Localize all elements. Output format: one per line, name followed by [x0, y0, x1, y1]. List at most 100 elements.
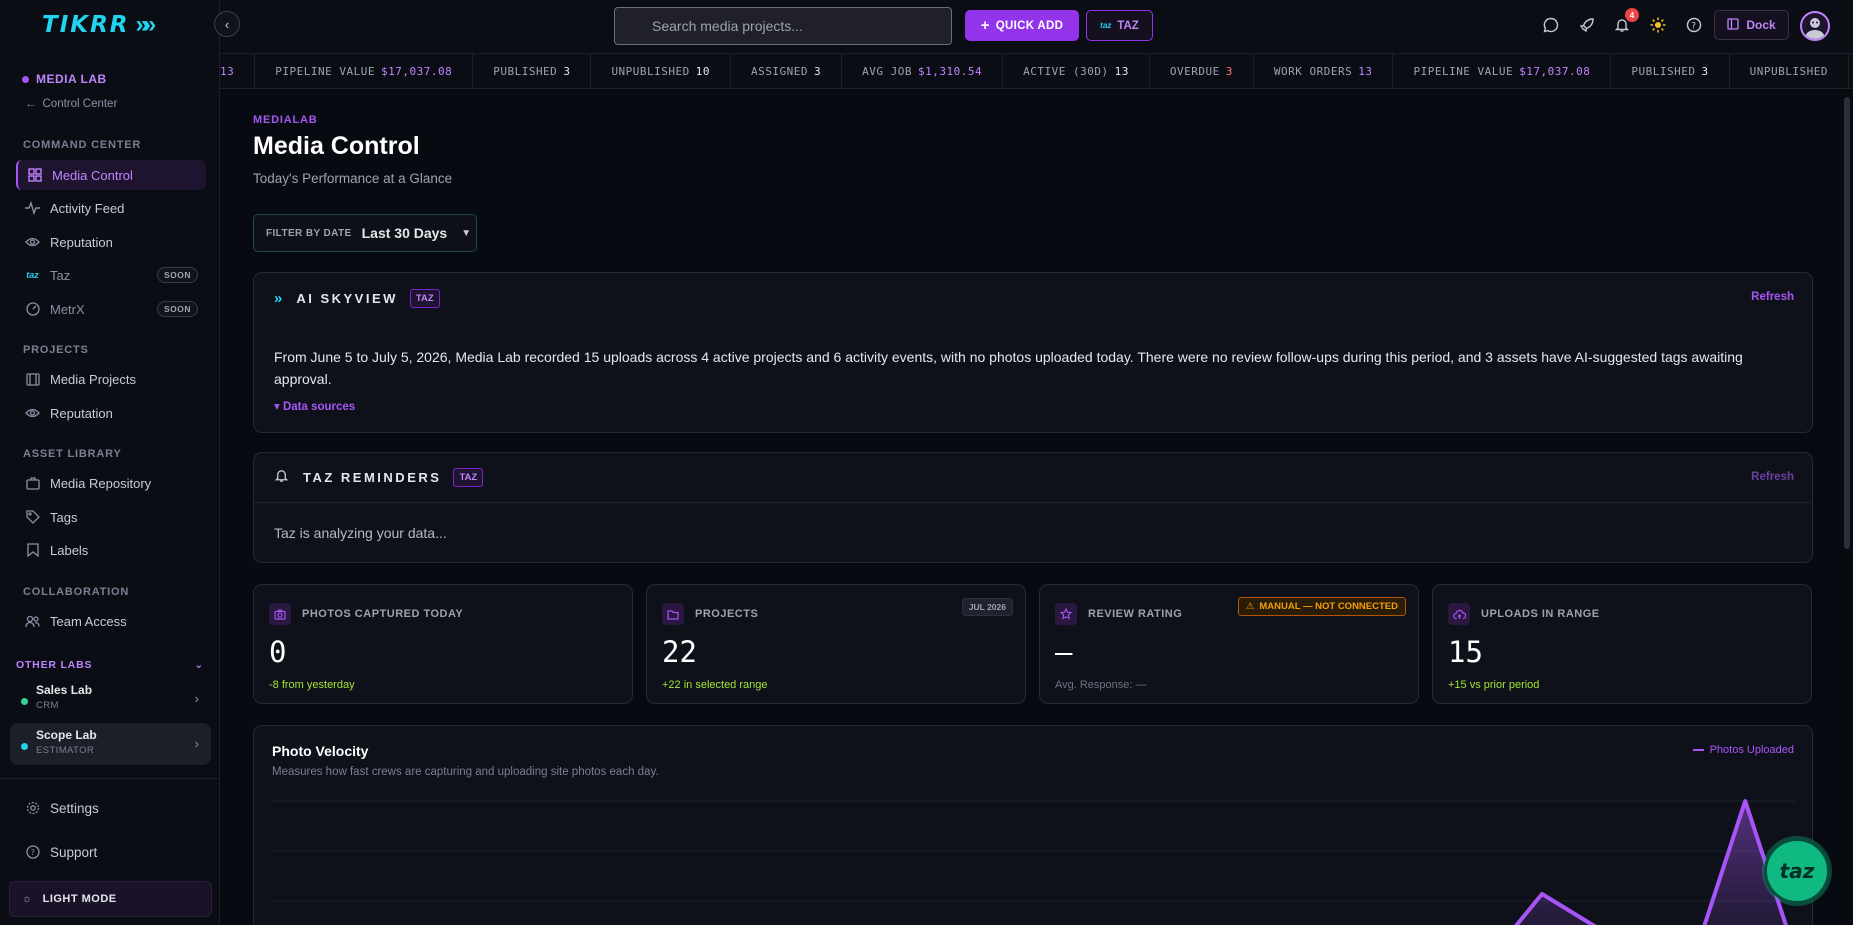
ticker-item: UNPUBLISHED — [1730, 54, 1849, 88]
section-projects: PROJECTS — [23, 344, 89, 356]
chevron-right-icon: › — [194, 736, 199, 751]
rocket-icon[interactable] — [1576, 14, 1598, 36]
ticker-label: OVERDUE — [1169, 65, 1220, 78]
photo-velocity-chart — [272, 799, 1796, 925]
ticker-value: 3 — [1701, 65, 1709, 78]
sidebar-item-labels[interactable]: Labels — [16, 535, 206, 565]
ticker-item: PIPELINE VALUE $17,037.08 — [1393, 54, 1612, 88]
sidebar-collapse-button[interactable]: ‹ — [214, 11, 240, 37]
stat-label: REVIEW RATING — [1088, 608, 1183, 620]
sidebar-item-media-control[interactable]: Media Control — [16, 160, 206, 190]
card-header: » AI SKYVIEW TAZ — [254, 273, 1812, 323]
filter-label: FILTER BY DATE — [266, 227, 352, 239]
dock-button[interactable]: Dock — [1714, 10, 1789, 40]
ticker-label: ACTIVE (30D) — [1023, 65, 1109, 78]
chart-title: Photo Velocity — [272, 743, 369, 759]
quick-add-label: QUICK ADD — [995, 19, 1064, 32]
ticker-item: AVG JOB $1,310.54 — [842, 54, 1004, 88]
lab-dot-icon — [22, 75, 29, 83]
chart-subtitle: Measures how fast crews are capturing an… — [272, 766, 659, 778]
taz-button[interactable]: taz TAZ — [1086, 10, 1153, 41]
taz-assistant-button[interactable]: taz — [1764, 838, 1830, 904]
page-eyebrow: MEDIALAB — [253, 114, 318, 126]
reminders-body: Taz is analyzing your data... — [274, 525, 447, 541]
avatar[interactable] — [1800, 11, 1830, 41]
tikrr-logo[interactable]: TIKRR »» — [42, 11, 157, 38]
sidebar-item-reputation[interactable]: Reputation — [16, 227, 206, 257]
ticker-item: OVERDUE 3 — [1150, 54, 1254, 88]
light-mode-toggle[interactable]: ☼ LIGHT MODE — [9, 881, 212, 917]
legend-swatch — [1692, 749, 1704, 751]
ticker-item: ASSIGNED 3 — [731, 54, 843, 88]
stat-card-projects: PROJECTS JUL 2026 22 +22 in selected ran… — [646, 584, 1026, 704]
stat-delta: Avg. Response: — — [1055, 679, 1147, 691]
ticker-item: PUBLISHED 3 — [1611, 54, 1730, 88]
skyview-refresh-button[interactable]: Refresh — [1751, 291, 1794, 303]
stat-card-review-rating: REVIEW RATING ⚠ MANUAL — NOT CONNECTED —… — [1039, 584, 1419, 704]
sidebar-item-activity-feed[interactable]: Activity Feed — [16, 193, 206, 223]
sidebar-item-settings[interactable]: Settings — [16, 793, 206, 823]
app-root: TIKRR »» MEDIA LAB ← Control Center COMM… — [0, 0, 1853, 925]
activity-icon — [25, 201, 40, 216]
ticker-item: PUBLISHED 3 — [473, 54, 592, 88]
stat-delta: +15 vs prior period — [1448, 679, 1540, 691]
sidebar-item-tags[interactable]: Tags — [16, 502, 206, 532]
notification-badge: 4 — [1625, 8, 1639, 22]
sidebar-item-support[interactable]: ? Support — [16, 837, 206, 867]
lab-card-sub: ESTIMATOR — [36, 745, 95, 756]
reminders-refresh-button[interactable]: Refresh — [1751, 471, 1794, 483]
camera-icon — [269, 603, 291, 625]
soon-badge: SOON — [156, 267, 198, 283]
logo-arrows-icon: »» — [135, 11, 157, 38]
logo-text: TIKRR — [42, 12, 130, 38]
ticker-value: $1,310.54 — [918, 65, 983, 78]
stat-delta: -8 from yesterday — [269, 679, 355, 691]
users-icon — [25, 614, 40, 629]
sidebar: TIKRR »» MEDIA LAB ← Control Center COMM… — [0, 0, 220, 925]
lab-card-sub: CRM — [36, 700, 59, 711]
briefcase-icon — [25, 476, 40, 491]
stat-label: UPLOADS IN RANGE — [1481, 608, 1600, 620]
lab-card-name: Scope Lab — [36, 728, 97, 742]
grid-icon — [27, 168, 42, 183]
bell-icon[interactable]: 4 — [1611, 8, 1639, 36]
back-to-control-center[interactable]: ← Control Center — [25, 98, 117, 110]
data-sources-toggle[interactable]: ▾ Data sources — [274, 399, 355, 413]
photo-velocity-card: Photo Velocity Measures how fast crews a… — [253, 725, 1813, 925]
help-circle-icon: ? — [25, 845, 40, 860]
sidebar-item-label: Media Projects — [50, 371, 136, 387]
sidebar-item-media-projects[interactable]: Media Projects — [16, 364, 206, 394]
chart-legend[interactable]: Photos Uploaded — [1692, 744, 1794, 756]
ticker-value: 3 — [563, 65, 571, 78]
other-labs-toggle[interactable]: OTHER LABS ⌄ — [16, 659, 204, 671]
taz-reminders-card: TAZ REMINDERS TAZ Refresh Taz is analyzi… — [253, 452, 1813, 563]
sidebar-item-team-access[interactable]: Team Access — [16, 606, 206, 636]
quick-add-button[interactable]: + QUICK ADD — [965, 10, 1079, 41]
search-input[interactable]: Search media projects... — [614, 7, 952, 45]
section-collaboration: COLLABORATION — [23, 586, 130, 598]
chat-icon[interactable] — [1540, 14, 1562, 36]
sidebar-item-label: Taz — [50, 267, 71, 283]
sidebar-item-taz[interactable]: taz Taz SOON — [16, 260, 206, 290]
chevron-left-icon: ‹ — [224, 16, 230, 32]
page-scrollbar[interactable] — [1844, 97, 1850, 549]
ticker-item: UNPUBLISHED 10 — [591, 54, 732, 88]
help-circle-icon[interactable]: ? — [1683, 14, 1705, 36]
soon-badge: SOON — [156, 301, 198, 317]
stat-value: 15 — [1448, 635, 1483, 669]
sun-icon[interactable] — [1647, 14, 1669, 36]
sidebar-item-label: Settings — [50, 800, 99, 816]
sidebar-item-media-repository[interactable]: Media Repository — [16, 468, 206, 498]
other-labs-label: OTHER LABS — [16, 659, 93, 671]
card-header: TAZ REMINDERS TAZ — [254, 453, 1812, 503]
ticker-value: $17,037.08 — [1519, 65, 1591, 78]
arrow-left-icon: ← — [25, 98, 37, 110]
ticker-label: PIPELINE VALUE — [1413, 65, 1514, 78]
sidebar-item-reputation-2[interactable]: Reputation — [16, 398, 206, 428]
sidebar-item-metrx[interactable]: MetrX SOON — [16, 294, 206, 324]
lab-card-scope[interactable]: Scope Lab ESTIMATOR › — [10, 723, 211, 765]
date-filter-select[interactable]: FILTER BY DATE Last 30 Days ▼ — [253, 214, 477, 252]
ticker-label: UNPUBLISHED — [1749, 65, 1828, 78]
warning-icon: ⚠ — [1245, 601, 1255, 612]
lab-card-sales[interactable]: Sales Lab CRM › — [10, 678, 211, 720]
